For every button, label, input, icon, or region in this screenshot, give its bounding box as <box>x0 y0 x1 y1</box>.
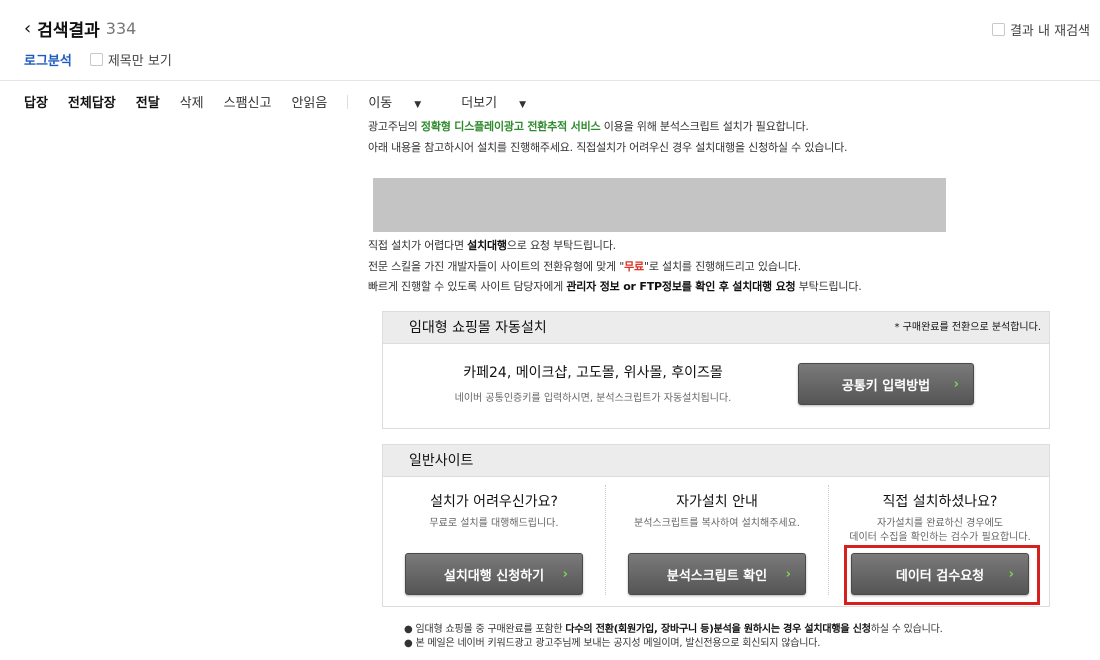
rental-mall-header: 임대형 쇼핑몰 자동설치 * 구매완료를 전환으로 분석합니다. <box>383 312 1049 344</box>
self-install-sub: 분석스크립트를 복사하여 설치해주세요. <box>634 518 800 529</box>
install-agency-label: 설치대행 신청하기 <box>443 568 545 584</box>
more-dropdown[interactable]: 더보기 ▼ <box>461 92 546 111</box>
rental-mall-text: 카페24, 메이크샵, 고도몰, 위사몰, 후이즈몰 네이버 공통인증키를 입력… <box>423 362 763 404</box>
research-label: 결과 내 재검색 <box>1009 24 1090 39</box>
body-line-1: 아래 내용을 참고하시어 설치를 진행해주세요. 직접설치가 어려우신 경우 설… <box>368 141 848 154</box>
reply-button[interactable]: 답장 <box>24 92 48 111</box>
body-line-2: 직접 설치가 어렵다면 설치대행으로 요청 부탁드립니다. <box>368 239 616 252</box>
general-site-header: 일반사이트 <box>383 445 1049 477</box>
highlight-box <box>844 545 1040 605</box>
image-placeholder <box>373 178 946 232</box>
rental-mall-note: * 구매완료를 전환으로 분석합니다. <box>894 322 1041 333</box>
rental-mall-panel: 임대형 쇼핑몰 자동설치 * 구매완료를 전환으로 분석합니다. 카페24, 메… <box>382 311 1050 429</box>
check-script-label: 분석스크립트 확인 <box>666 568 768 584</box>
more-label: 더보기 <box>461 96 498 111</box>
back-button[interactable]: ‹ 검색결과 334 <box>24 16 136 41</box>
mail-header: ‹ 검색결과 334 결과 내 재검색 로그분석 제목만 보기 <box>0 0 1100 80</box>
arrow-right-icon: › <box>953 376 959 392</box>
result-count: 334 <box>105 19 137 38</box>
rental-mall-sub: 네이버 공통인증키를 입력하시면, 분석스크립트가 자동설치됩니다. <box>454 393 732 404</box>
body-line-0: 광고주님의 정확형 디스플레이광고 전환추적 서비스 이용을 위해 분석스크립트… <box>368 120 809 133</box>
install-agency-title: 설치가 어려우신가요? <box>430 494 558 510</box>
footer-note-2: ● 본 메일은 네이버 키워드광고 광고주님께 보내는 공지성 메일이며, 발신… <box>404 638 821 649</box>
back-label: 검색결과 <box>37 21 100 41</box>
caret-down-icon: ▼ <box>414 100 422 110</box>
delete-button[interactable]: 삭제 <box>180 92 204 111</box>
chevron-left-icon: ‹ <box>24 18 32 39</box>
spam-button[interactable]: 스팸신고 <box>224 92 272 111</box>
body-line-3: 전문 스킬을 가진 개발자들이 사이트의 전환유형에 맞게 "무료"로 설치를 … <box>368 260 801 273</box>
footer-note-1: ● 임대형 쇼핑몰 중 구매완료를 포함한 다수의 전환(회원가입, 장바구니 … <box>404 624 943 635</box>
body-line-4: 빠르게 진행할 수 있도록 사이트 담당자에게 관리자 정보 or FTP정보를… <box>368 280 862 293</box>
general-site-title: 일반사이트 <box>409 453 474 469</box>
check-script-button[interactable]: 분석스크립트 확인 › <box>628 553 806 595</box>
forward-button[interactable]: 전달 <box>136 92 160 111</box>
install-agency-column: 설치가 어려우신가요? 무료로 설치를 대행해드립니다. 설치대행 신청하기 › <box>383 477 605 607</box>
caret-down-icon: ▼ <box>519 100 526 110</box>
research-checkbox[interactable] <box>991 23 1005 36</box>
reply-all-button[interactable]: 전체답장 <box>68 92 116 111</box>
rental-mall-title: 임대형 쇼핑몰 자동설치 <box>409 320 547 336</box>
unread-button[interactable]: 안읽음 <box>291 92 327 111</box>
rental-mall-heading: 카페24, 메이크샵, 고도몰, 위사몰, 후이즈몰 <box>463 365 723 381</box>
install-agency-button[interactable]: 설치대행 신청하기 › <box>405 553 583 595</box>
self-install-column: 자가설치 안내 분석스크립트를 복사하여 설치해주세요. 분석스크립트 확인 › <box>606 477 828 607</box>
common-key-button[interactable]: 공통키 입력방법 › <box>798 363 974 405</box>
install-agency-sub: 무료로 설치를 대행해드립니다. <box>429 518 559 529</box>
self-install-title: 자가설치 안내 <box>676 494 758 510</box>
title-only-label: 제목만 보기 <box>107 54 172 69</box>
research-toggle[interactable]: 결과 내 재검색 <box>991 20 1090 39</box>
data-review-title: 직접 설치하셨나요? <box>882 494 998 510</box>
arrow-right-icon: › <box>562 566 568 582</box>
title-only-checkbox[interactable] <box>89 53 103 66</box>
log-analysis-link[interactable]: 로그분석 <box>24 50 72 69</box>
data-review-sub: 자가설치를 완료하신 경우에도 데이터 수집을 확인하는 검수가 필요합니다. <box>849 518 1031 543</box>
toolbar-divider <box>347 94 349 109</box>
move-dropdown[interactable]: 이동 ▼ <box>368 92 441 111</box>
mail-toolbar: 답장 전체답장 전달 삭제 스팸신고 안읽음 이동 ▼ 더보기 ▼ <box>0 80 1100 122</box>
title-only-toggle[interactable]: 제목만 보기 <box>89 50 172 69</box>
arrow-right-icon: › <box>785 566 791 582</box>
header-row2: 로그분석 제목만 보기 <box>24 50 172 69</box>
move-label: 이동 <box>368 96 393 111</box>
common-key-label: 공통키 입력방법 <box>841 378 931 394</box>
